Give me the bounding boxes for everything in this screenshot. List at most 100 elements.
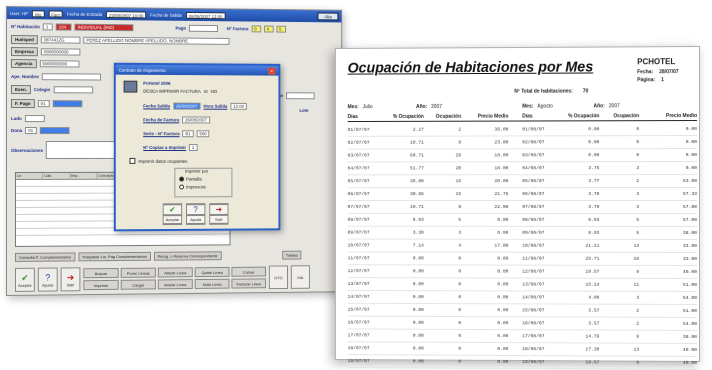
tab-reorg[interactable]: Reorg. o Reserva Correspondiente: [154, 251, 222, 260]
factura-field-2[interactable]: 4: [264, 26, 274, 33]
mode-field[interactable]: Mo: [32, 10, 44, 17]
cobrar-button[interactable]: Cobrar: [231, 267, 266, 277]
nota-linea-button[interactable]: Nota Línea: [195, 279, 230, 289]
anular-linea-button[interactable]: Anular Línea: [158, 279, 193, 289]
cell-precio-2: 38.00: [639, 334, 697, 339]
cell-pct-2: 3.79: [560, 192, 600, 197]
dialog-ayuda-button[interactable]: ? Ayuda: [186, 203, 205, 225]
room-type-field[interactable]: INDIVIDUAL (IND): [75, 24, 134, 32]
radio-impresora-label: Impresora: [186, 184, 206, 189]
cell-pct-2: 14.79: [560, 334, 600, 339]
buscar-button[interactable]: Buscar: [83, 268, 118, 278]
numero-factura-field[interactable]: 500: [197, 130, 210, 137]
fpago-desc-field[interactable]: [52, 100, 82, 107]
report-rows: 01/07/07 2.27 2 36.00 01/08/07 0.00 0 0.00 02/07…: [348, 123, 697, 370]
empresa-button[interactable]: Empresa: [11, 47, 38, 56]
colegio-field[interactable]: [53, 86, 92, 93]
agencia-field[interactable]: 0000000000: [39, 60, 79, 67]
exen-button[interactable]: Exen.: [11, 85, 31, 94]
copias-label: Nº Copias a Imprimir: [143, 145, 186, 150]
cell-pct: 2.27: [387, 127, 424, 132]
cell-dia-2: 17/08/07: [508, 334, 559, 339]
guest-id-field[interactable]: 0874412G: [41, 36, 81, 43]
cell-pct-2: 4.00: [560, 295, 600, 300]
guest-name-field[interactable]: PEREZ APELLIDO NOMBRE APELLIDO, NOMBRE: [83, 37, 229, 45]
dialog-ocupantes-row: Imprimir datos ocupantes: [129, 158, 187, 164]
ocupantes-checkbox[interactable]: [129, 158, 135, 164]
cell-ocup: 8: [424, 204, 461, 209]
entrada-field[interactable]: 23/08/2007 10:00: [106, 11, 146, 18]
factura-field-3[interactable]: 5: [276, 26, 286, 33]
cell-pct-2: 3.57: [560, 308, 600, 313]
dialog-title: Contrato de Alojamiento: [119, 67, 166, 72]
cell-precio: 20.00: [461, 179, 508, 184]
room-number-field[interactable]: 1: [43, 23, 53, 30]
cell-pct-2: 18.57: [560, 269, 600, 274]
fecha-salida-field[interactable]: 26/08/2007: [173, 103, 201, 110]
tab-traspasar[interactable]: Traspasar Lin. Pag Complementarios: [78, 252, 151, 262]
ape-field[interactable]: [42, 73, 101, 80]
cell-ocup-2: 13: [599, 243, 639, 248]
cell-pct-2: 25.71: [560, 256, 600, 261]
radio-pantalla[interactable]: Pantalla: [175, 177, 231, 182]
cell-ocup: 0: [424, 295, 461, 300]
serie-field[interactable]: B1: [183, 130, 194, 137]
fact-field[interactable]: Fact: [48, 10, 63, 17]
cell-pct-2: 0.00: [560, 140, 600, 145]
dialog-salir-button[interactable]: ➜ Salir: [209, 203, 228, 225]
cargar-button[interactable]: Cargar: [121, 279, 156, 289]
cell-precio: 21.75: [461, 192, 508, 197]
radio-impresora[interactable]: Impresora: [175, 184, 231, 189]
printer-icon: [124, 81, 138, 93]
cell-ocup-2: 13: [599, 347, 639, 352]
cell-precio: 0.00: [461, 359, 508, 364]
dialog-titlebar: Contrato de Alojamiento ×: [116, 65, 279, 76]
factura-field-1[interactable]: 0: [251, 25, 261, 32]
dona-field[interactable]: 01: [25, 127, 37, 134]
anadir-linea-button[interactable]: Añadir Línea: [158, 267, 193, 277]
alta-button[interactable]: Alta: [318, 12, 339, 20]
guest-button[interactable]: Huésped: [11, 35, 38, 44]
exit-icon: ➜: [67, 272, 74, 282]
room-code-field[interactable]: 104: [56, 23, 72, 30]
option-si[interactable]: SI: [204, 89, 208, 94]
empresa-field[interactable]: 0000000000: [41, 48, 81, 55]
tab-consulta[interactable]: Consulta P. Complementarios: [15, 252, 75, 261]
hora-salida-field[interactable]: 12:00: [230, 103, 247, 110]
pago-field[interactable]: [189, 25, 218, 32]
cell-ocup: 0: [424, 282, 461, 287]
dialog-question-row: DESEA IMPRIMIR FACTURA SI NO: [143, 89, 217, 94]
fecha-factura-field[interactable]: 26/08/2007: [182, 116, 210, 123]
iva-button[interactable]: IVA: [291, 265, 310, 289]
cell-dia-2: 10/08/07: [508, 243, 559, 248]
close-icon[interactable]: ×: [268, 67, 276, 74]
localizador-field[interactable]: [286, 92, 315, 99]
dto-button[interactable]: DTO: [269, 265, 288, 289]
report-brand: PCHOTEL: [637, 57, 675, 66]
cell-pct: 7.14: [387, 243, 424, 248]
total-rooms-value: 70: [583, 88, 589, 94]
cell-precio: 22.00: [461, 204, 508, 209]
quitar-linea-button[interactable]: Quitar Línea: [195, 267, 230, 277]
print-invoice-dialog: Contrato de Alojamiento × PcHotel 2006 D…: [114, 63, 281, 232]
dona-desc-field[interactable]: [40, 127, 70, 134]
salida-field[interactable]: 26/08/2007 12:00: [186, 11, 226, 18]
cell-ocup: 3: [424, 230, 461, 235]
imprimir-button[interactable]: Imprimir: [83, 280, 118, 290]
fpago-field[interactable]: 01: [38, 100, 50, 107]
aceptar-button[interactable]: ✔ Aceptar: [15, 268, 35, 292]
poner-lineas-button[interactable]: Poner Lineas: [121, 268, 156, 278]
fpago-button[interactable]: F. Pago: [11, 99, 35, 108]
salir-button[interactable]: ➜ Salir: [61, 267, 81, 291]
year1-value: 2007: [431, 104, 442, 110]
tab-totales[interactable]: Totales: [282, 251, 302, 260]
cell-precio: 0.00: [461, 295, 508, 300]
agencia-button[interactable]: Agencia: [11, 59, 36, 68]
observ-field[interactable]: [46, 141, 115, 159]
dialog-aceptar-button[interactable]: ✔ Aceptar: [163, 203, 182, 225]
copias-field[interactable]: 1: [189, 144, 197, 151]
lado-field[interactable]: [25, 115, 45, 122]
option-no[interactable]: NO: [211, 89, 218, 94]
facturar-linea-button[interactable]: Facturar Linea: [231, 278, 266, 288]
ayuda-button[interactable]: ? Ayuda: [38, 268, 58, 292]
